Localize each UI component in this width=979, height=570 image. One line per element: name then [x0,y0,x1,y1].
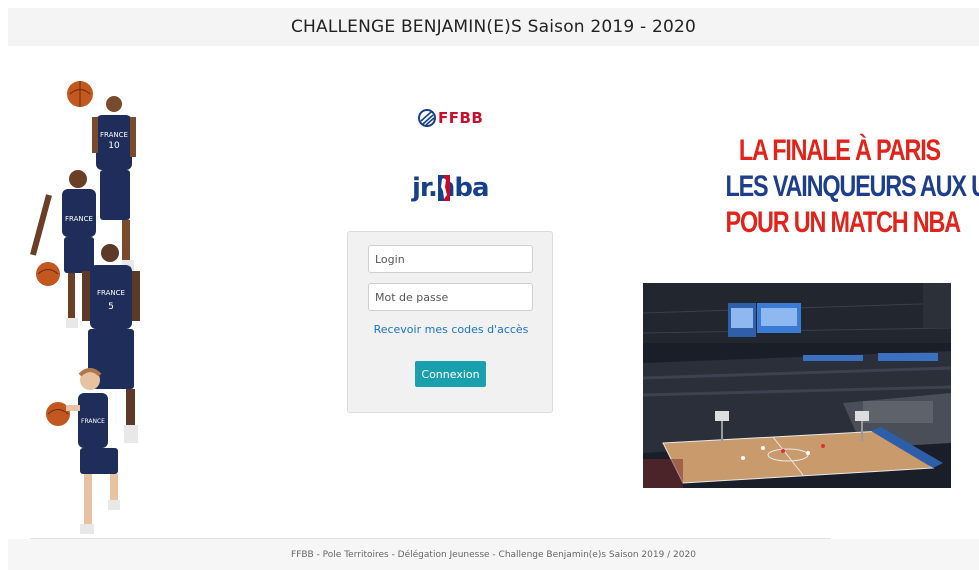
player-figure: FRANCE [46,368,120,534]
promo-line-1: LA FINALE À PARIS [738,134,941,167]
login-input[interactable] [368,245,533,273]
promo-line-2: LES VAINQUEURS AUX USA [725,170,979,203]
players-figures: FRANCE 10 FRANCE FRANCE 5 FRANCE [30,81,140,534]
ffbb-logo: FFBB [418,109,483,127]
password-input[interactable] [368,283,533,311]
header-bar: CHALLENGE BENJAMIN(E)S Saison 2019 - 202… [8,8,979,46]
ffbb-ball-icon [418,109,436,127]
nba-silhouette-icon [437,175,450,201]
svg-text:FRANCE: FRANCE [81,418,105,425]
svg-text:10: 10 [108,141,120,151]
svg-text:FRANCE: FRANCE [100,131,128,139]
jrnba-logo-text: jr.nba [412,173,490,203]
footer-bar: FFBB - Pole Territoires - Délégation Jeu… [8,539,979,570]
arena-illustration [643,283,951,488]
players-illustration: FRANCE 10 FRANCE FRANCE 5 FRANCE [30,75,150,540]
svg-text:5: 5 [108,302,114,312]
recover-access-codes-link[interactable]: Recevoir mes codes d'accès [348,323,554,336]
arena-photo [643,283,951,488]
footer-text: FFBB - Pole Territoires - Délégation Jeu… [291,549,696,560]
svg-text:FRANCE: FRANCE [97,289,125,297]
ffbb-logo-text: FFBB [438,109,484,127]
page-title: CHALLENGE BENJAMIN(E)S Saison 2019 - 202… [290,17,697,37]
promo-line-3: POUR UN MATCH NBA [725,206,962,239]
jrnba-logo: jr.nba [412,173,490,203]
connexion-button[interactable]: Connexion [415,361,486,387]
login-panel: Recevoir mes codes d'accès Connexion [347,231,553,413]
svg-text:FRANCE: FRANCE [65,215,93,223]
promo-banner: LA FINALE À PARIS LES VAINQUEURS AUX USA… [665,133,979,241]
